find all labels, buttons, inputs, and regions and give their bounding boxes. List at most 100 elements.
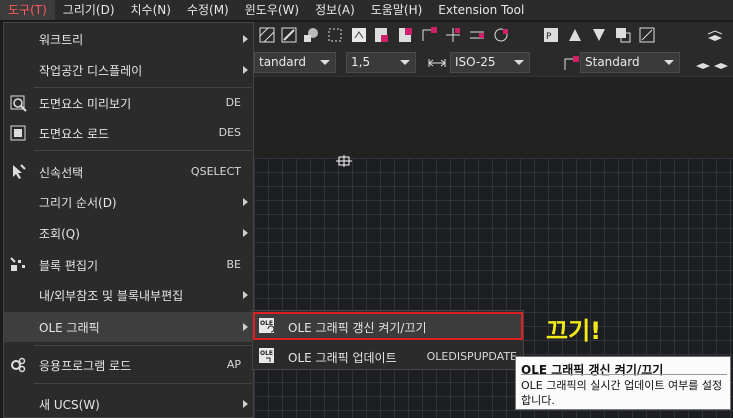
ole-toggle-icon: OLE xyxy=(259,318,275,333)
toolbar-top: P xyxy=(254,22,733,50)
submenu-item-ole-toggle[interactable]: OLE OLE 그래픽 갱신 켜기/끄기 xyxy=(253,312,523,340)
tooltip-title: OLE 그래픽 갱신 켜기/끄기 xyxy=(521,363,664,377)
ribbon-band xyxy=(254,76,733,158)
menu-item-worktree[interactable]: 워크트리 xyxy=(4,24,253,54)
attach-icon[interactable] xyxy=(372,26,390,44)
layer-states-icon[interactable] xyxy=(694,54,730,72)
menu-item-label: 블록 편집기 xyxy=(39,259,99,273)
submenu-arrow-icon xyxy=(243,323,248,331)
menu-item-block-editor[interactable]: 블록 편집기 BE xyxy=(4,250,253,280)
menu-window[interactable]: 윈도우(W) xyxy=(237,0,307,20)
submenu-item-label: OLE 그래픽 업데이트 xyxy=(288,351,397,365)
layers-icon[interactable] xyxy=(706,26,724,44)
menu-info[interactable]: 정보(A) xyxy=(307,0,363,20)
text-style-combo[interactable]: tandard xyxy=(254,52,336,73)
menu-separator xyxy=(34,150,252,151)
menu-item-shortcut: DES xyxy=(218,126,241,139)
submenu-arrow-icon xyxy=(243,198,248,206)
paste-icon[interactable]: P xyxy=(542,26,560,44)
tools-menu: 워크트리 작업공간 디스플레이 도면요소 미리보기 DE 도면요소 로드 DES… xyxy=(3,22,254,418)
dimension-style-icon xyxy=(428,59,446,67)
load-icon xyxy=(10,125,26,141)
tooltip: OLE 그래픽 갱신 켜기/끄기 OLE 그래픽의 실시간 업데이트 여부를 설… xyxy=(515,356,731,410)
menu-item-label: 응용프로그램 로드 xyxy=(39,359,132,373)
menu-item-label: 신속선택 xyxy=(39,166,84,180)
move-icon[interactable] xyxy=(444,26,462,44)
tooltip-body: OLE 그래픽의 실시간 업데이트 여부를 설정합니다. xyxy=(521,379,723,407)
menu-item-label: 내/외부참조 및 블록내부편집 xyxy=(39,289,184,303)
menu-item-preview[interactable]: 도면요소 미리보기 DE xyxy=(4,88,253,118)
table-style-combo[interactable]: Standard xyxy=(580,52,680,73)
menu-modify[interactable]: 수정(M) xyxy=(179,0,237,20)
submenu-arrow-icon xyxy=(243,229,248,237)
wipeout-icon[interactable] xyxy=(350,26,368,44)
submenu-arrow-icon xyxy=(243,400,248,408)
svg-text:OLE: OLE xyxy=(260,350,273,357)
menu-item-label: 워크트리 xyxy=(39,33,84,47)
menu-separator xyxy=(34,345,252,346)
submenu-item-label: OLE 그래픽 갱신 켜기/끄기 xyxy=(288,321,427,335)
copy-icon[interactable] xyxy=(614,26,632,44)
toolbar-styles: tandard 1,5 ISO-25 Standard xyxy=(254,50,733,76)
menu-bar: 도구(T) 그리기(D) 치수(N) 수정(M) 윈도우(W) 정보(A) 도움… xyxy=(0,0,733,20)
app-load-icon xyxy=(11,357,26,373)
chevron-down-icon xyxy=(400,60,410,65)
ole-graphics-submenu: OLE OLE 그래픽 갱신 켜기/끄기 OLE OLE 그래픽 업데이트 OL… xyxy=(252,310,524,370)
menu-dimension[interactable]: 치수(N) xyxy=(123,0,179,20)
text-up-icon[interactable] xyxy=(566,26,584,44)
annotation-text: 끄기! xyxy=(546,317,602,345)
menu-item-workspace-display[interactable]: 작업공간 디스플레이 xyxy=(4,55,253,85)
menu-separator xyxy=(34,383,252,384)
quick-select-icon xyxy=(13,164,26,179)
preview-icon xyxy=(10,95,27,112)
region-icon[interactable] xyxy=(302,26,320,44)
menu-help[interactable]: 도움말(H) xyxy=(363,0,431,20)
ole-update-icon: OLE xyxy=(259,348,274,363)
menu-tools[interactable]: 도구(T) xyxy=(0,0,55,20)
menu-item-app-load[interactable]: 응용프로그램 로드 AP xyxy=(4,350,253,380)
text-down-icon[interactable] xyxy=(590,26,608,44)
boundary-icon[interactable] xyxy=(326,26,344,44)
menu-item-shortcut: BE xyxy=(226,258,242,271)
scale-combo[interactable]: 1,5 xyxy=(346,52,416,73)
scale-icon[interactable] xyxy=(492,26,510,44)
chevron-down-icon xyxy=(514,60,524,65)
menu-extension-tool[interactable]: Extension Tool xyxy=(430,0,532,20)
chevron-down-icon xyxy=(664,60,674,65)
menu-item-quick-select[interactable]: 신속선택 QSELECT xyxy=(4,157,253,187)
table-style-value: Standard xyxy=(585,55,640,69)
menu-item-load[interactable]: 도면요소 로드 DES xyxy=(4,118,253,148)
grip-icon[interactable] xyxy=(396,26,414,44)
menu-item-shortcut: DE xyxy=(225,96,241,109)
chevron-down-icon xyxy=(320,60,330,65)
submenu-arrow-icon xyxy=(243,35,248,43)
submenu-item-ole-update[interactable]: OLE OLE 그래픽 업데이트 OLEDISPUPDATE xyxy=(253,342,523,370)
menu-item-label: 도면요소 로드 xyxy=(39,127,110,141)
menu-item-label: 작업공간 디스플레이 xyxy=(39,64,143,78)
menu-item-label: OLE 그래픽 xyxy=(39,321,100,335)
menu-item-ole-graphics[interactable]: OLE 그래픽 xyxy=(4,312,253,342)
edit-hatch-icon[interactable] xyxy=(280,26,298,44)
dimension-style-combo[interactable]: ISO-25 xyxy=(450,52,530,73)
submenu-arrow-icon xyxy=(243,66,248,74)
cursor-crosshair-icon xyxy=(336,155,352,167)
text-style-value: tandard xyxy=(259,55,306,69)
menu-item-label: 새 UCS(W) xyxy=(39,398,100,412)
svg-text:P: P xyxy=(546,32,552,42)
dimension-style-value: ISO-25 xyxy=(455,55,496,69)
point-icon[interactable] xyxy=(420,26,438,44)
menu-item-new-ucs[interactable]: 새 UCS(W) xyxy=(4,389,253,418)
menu-item-label: 도면요소 미리보기 xyxy=(39,97,132,111)
menu-item-xref-block-edit[interactable]: 내/외부참조 및 블록내부편집 xyxy=(4,280,253,310)
table-style-icon xyxy=(564,56,579,70)
stretch-icon[interactable] xyxy=(468,26,486,44)
menu-item-draw-order[interactable]: 그리기 순서(D) xyxy=(4,187,253,217)
menu-item-inquiry[interactable]: 조회(Q) xyxy=(4,218,253,248)
match-icon[interactable] xyxy=(638,26,656,44)
menu-draw[interactable]: 그리기(D) xyxy=(55,0,123,20)
scale-value: 1,5 xyxy=(351,55,371,69)
submenu-item-shortcut: OLEDISPUPDATE xyxy=(426,350,517,363)
menu-item-label: 조회(Q) xyxy=(39,227,80,241)
hatch-icon[interactable] xyxy=(258,26,276,44)
submenu-arrow-icon xyxy=(243,291,248,299)
